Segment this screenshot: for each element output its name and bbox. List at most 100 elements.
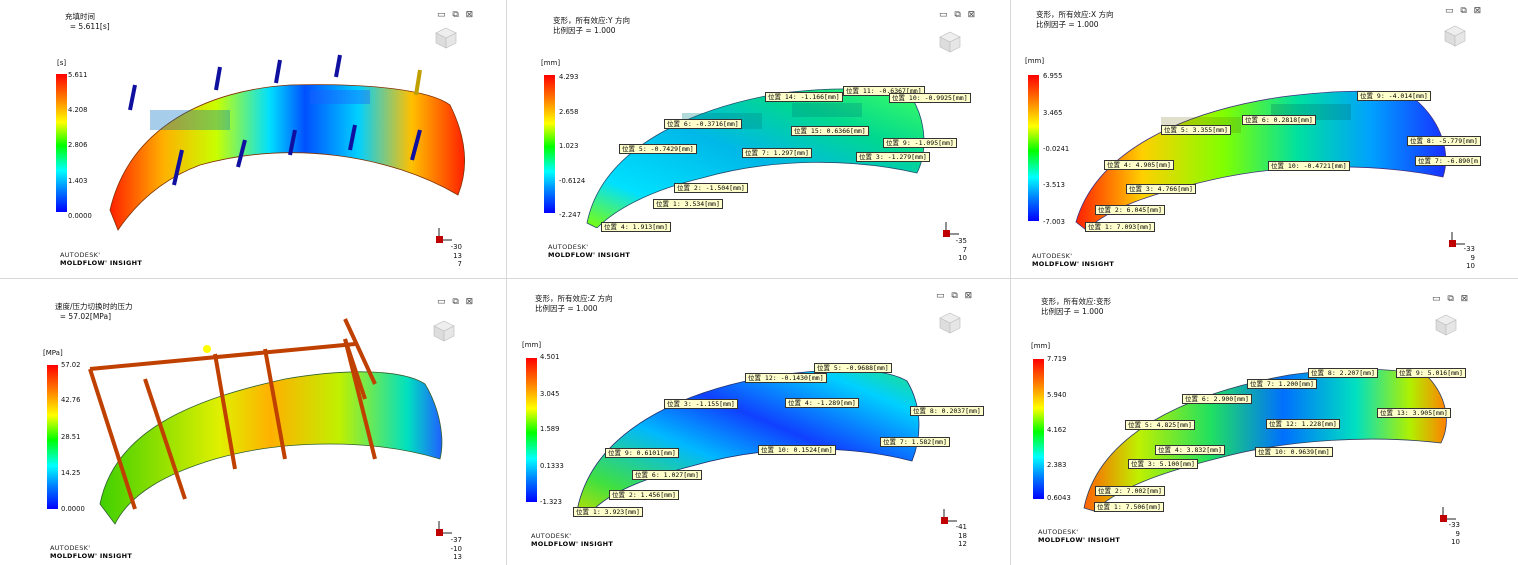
brand-line: AUTODESK' <box>1038 528 1079 536</box>
legend-tick: 4.162 <box>1047 426 1067 434</box>
probe-label[interactable]: 位置 1: 3.534[mm] <box>653 199 723 209</box>
probe-label[interactable]: 位置 8: 0.2037[mm] <box>910 406 984 416</box>
probe-label[interactable]: 位置 15: 0.6366[mm] <box>791 126 869 136</box>
legend-tick: 0.0000 <box>68 212 92 220</box>
probe-label[interactable]: 位置 10: -0.9925[mm] <box>889 93 971 103</box>
probe-label[interactable]: 位置 2: 1.456[mm] <box>609 490 679 500</box>
probe-label[interactable]: 位置 12: 1.228[mm] <box>1266 419 1340 429</box>
brand-line: AUTODESK' <box>531 532 572 540</box>
bumper-model-pressure[interactable] <box>85 309 455 529</box>
result-title: 充填时间 = 5.611[s] <box>65 12 110 31</box>
rotation-readout: -33 9 10 <box>1463 245 1475 270</box>
deflection-x-viewport[interactable]: 变形，所有效应:X 方向 比例因子 = 1.000 ▭ ⧉ ⊠ [mm] 6.9… <box>1011 0 1518 278</box>
rotation-readout: -37 -10 13 <box>450 536 462 561</box>
probe-label[interactable]: 位置 7: 1.200[mm] <box>1247 379 1317 389</box>
probe-label[interactable]: 位置 6: 1.027[mm] <box>632 470 702 480</box>
window-controls[interactable]: ▭ ⧉ ⊠ <box>437 10 475 20</box>
legend-tick: 4.208 <box>68 106 88 114</box>
probe-label[interactable]: 位置 9: 0.6101[mm] <box>605 448 679 458</box>
fill-time-viewport[interactable]: 充填时间 = 5.611[s] ▭ ⧉ ⊠ [s] 5.611 4.208 2.… <box>0 0 506 278</box>
pressure-viewport[interactable]: 速度/压力切换时的压力 = 57.02[MPa] ▭ ⧉ ⊠ [MPa] 57.… <box>0 279 506 565</box>
probe-label[interactable]: 位置 3: -1.279[mm] <box>856 152 930 162</box>
legend-tick: -0.0241 <box>1043 145 1070 153</box>
deflection-total-viewport[interactable]: 变形，所有效应:变形 比例因子 = 1.000 ▭ ⧉ ⊠ [mm] 7.719… <box>1011 279 1518 565</box>
result-title: 变形，所有效应:X 方向 比例因子 = 1.000 <box>1036 10 1114 29</box>
probe-label[interactable]: 位置 8: -5.779[mm] <box>1407 136 1481 146</box>
probe-label[interactable]: 位置 3: -1.155[mm] <box>664 399 738 409</box>
color-legend-bar <box>56 74 67 212</box>
probe-label[interactable]: 位置 2: -1.504[mm] <box>674 183 748 193</box>
legend-tick: 5.940 <box>1047 391 1067 399</box>
probe-label[interactable]: 位置 10: 0.1524[mm] <box>758 445 836 455</box>
probe-label[interactable]: 位置 7: -6.890[m <box>1415 156 1481 166</box>
legend-tick: 1.023 <box>559 142 579 150</box>
view-cube-icon[interactable] <box>938 30 962 54</box>
probe-label[interactable]: 位置 7: 1.297[mm] <box>742 148 812 158</box>
color-legend-bar <box>1033 359 1044 499</box>
legend-tick: -1.323 <box>540 498 562 506</box>
color-legend-bar <box>47 365 58 509</box>
probe-label[interactable]: 位置 6: 0.2818[mm] <box>1242 115 1316 125</box>
legend-tick: 2.658 <box>559 108 579 116</box>
probe-label[interactable]: 位置 9: 5.016[mm] <box>1396 368 1466 378</box>
legend-tick: 14.25 <box>61 469 81 477</box>
probe-label[interactable]: 位置 8: 2.207[mm] <box>1308 368 1378 378</box>
legend-tick: -2.247 <box>559 211 581 219</box>
rotation-readout: -30 13 7 <box>450 243 462 268</box>
probe-label[interactable]: 位置 12: -0.1430[mm] <box>745 373 827 383</box>
window-controls[interactable]: ▭ ⧉ ⊠ <box>1432 294 1470 304</box>
deflection-z-viewport[interactable]: 变形，所有效应:Z 方向 比例因子 = 1.000 ▭ ⧉ ⊠ [mm] 4.5… <box>507 279 1010 565</box>
legend-tick: -7.003 <box>1043 218 1065 226</box>
probe-label[interactable]: 位置 1: 3.923[mm] <box>573 507 643 517</box>
probe-label[interactable]: 位置 5: -0.7429[mm] <box>619 144 697 154</box>
legend-tick: -3.513 <box>1043 181 1065 189</box>
probe-label[interactable]: 位置 5: -0.9688[mm] <box>814 363 892 373</box>
probe-label[interactable]: 位置 9: -4.014[mm] <box>1357 91 1431 101</box>
probe-label[interactable]: 位置 3: 5.100[mm] <box>1128 459 1198 469</box>
brand-product: MOLDFLOW' INSIGHT <box>1032 260 1115 268</box>
window-controls[interactable]: ▭ ⧉ ⊠ <box>939 10 977 20</box>
probe-label[interactable]: 位置 10: 0.9639[mm] <box>1255 447 1333 457</box>
probe-label[interactable]: 位置 4: 1.913[mm] <box>601 222 671 232</box>
probe-label[interactable]: 位置 9: -1.095[mm] <box>883 138 957 148</box>
probe-label[interactable]: 位置 13: 3.905[mm] <box>1377 408 1451 418</box>
view-cube-icon[interactable] <box>1443 24 1467 48</box>
legend-tick: 2.383 <box>1047 461 1067 469</box>
probe-label[interactable]: 位置 4: 3.832[mm] <box>1155 445 1225 455</box>
probe-label[interactable]: 位置 5: 4.825[mm] <box>1125 420 1195 430</box>
window-controls[interactable]: ▭ ⧉ ⊠ <box>936 291 974 301</box>
result-grid: 充填时间 = 5.611[s] ▭ ⧉ ⊠ [s] 5.611 4.208 2.… <box>0 0 1518 565</box>
legend-unit: [s] <box>57 59 67 67</box>
probe-label[interactable]: 位置 4: 4.905[mm] <box>1104 160 1174 170</box>
brand-line: AUTODESK' <box>50 544 91 552</box>
window-controls[interactable]: ▭ ⧉ ⊠ <box>1445 6 1483 16</box>
view-cube-icon[interactable] <box>938 311 962 335</box>
window-controls[interactable]: ▭ ⧉ ⊠ <box>437 297 475 307</box>
legend-tick: 4.501 <box>540 353 560 361</box>
probe-label[interactable]: 位置 14: -1.166[mm] <box>765 92 843 102</box>
probe-label[interactable]: 位置 4: -1.289[mm] <box>785 398 859 408</box>
brand-product: MOLDFLOW' INSIGHT <box>548 251 631 259</box>
probe-label[interactable]: 位置 6: -0.3716[mm] <box>664 119 742 129</box>
rotation-readout: -33 9 10 <box>1448 521 1460 546</box>
probe-label[interactable]: 位置 5: 3.355[mm] <box>1161 125 1231 135</box>
bumper-model-fill-time[interactable] <box>90 45 480 245</box>
probe-label[interactable]: 位置 6: 2.900[mm] <box>1182 394 1252 404</box>
probe-label[interactable]: 位置 7: 1.582[mm] <box>880 437 950 447</box>
probe-label[interactable]: 位置 3: 4.766[mm] <box>1126 184 1196 194</box>
probe-label[interactable]: 位置 1: 7.506[mm] <box>1094 502 1164 512</box>
view-cube-icon[interactable] <box>1434 313 1458 337</box>
probe-label[interactable]: 位置 2: 7.002[mm] <box>1095 486 1165 496</box>
probe-label[interactable]: 位置 1: 7.093[mm] <box>1085 222 1155 232</box>
probe-label[interactable]: 位置 10: -0.4721[mm] <box>1268 161 1350 171</box>
legend-tick: 57.02 <box>61 361 81 369</box>
deflection-y-viewport[interactable]: 变形，所有效应:Y 方向 比例因子 = 1.000 ▭ ⧉ ⊠ [mm] 4.2… <box>507 0 1010 278</box>
legend-tick: 4.293 <box>559 73 579 81</box>
rotation-readout: -41 18 12 <box>955 523 967 548</box>
brand-product: MOLDFLOW' INSIGHT <box>60 259 143 267</box>
probe-label[interactable]: 位置 2: 6.045[mm] <box>1095 205 1165 215</box>
legend-tick: 2.806 <box>68 141 88 149</box>
result-title: 变形，所有效应:Y 方向 比例因子 = 1.000 <box>553 16 630 35</box>
legend-tick: 42.76 <box>61 396 81 404</box>
result-title: 变形，所有效应:Z 方向 比例因子 = 1.000 <box>535 294 613 313</box>
